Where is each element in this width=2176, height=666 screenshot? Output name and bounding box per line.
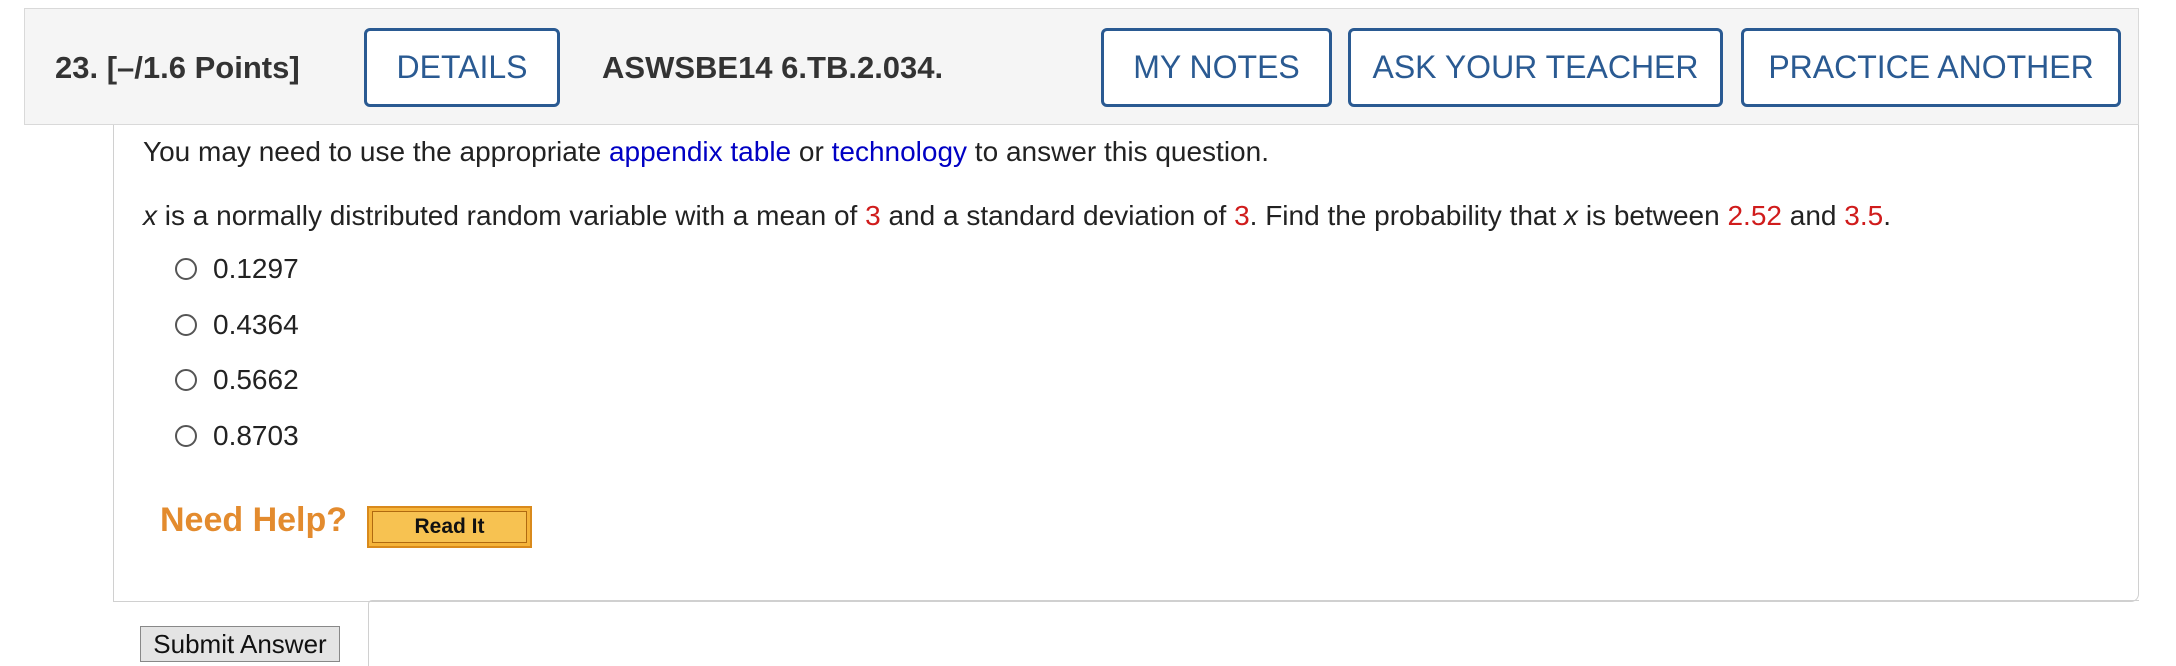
instructions-text: You may need to use the appropriate appe… (143, 136, 1269, 167)
my-notes-button[interactable]: MY NOTES (1101, 28, 1332, 107)
appendix-table-link[interactable]: appendix table (609, 136, 791, 167)
choice-option[interactable]: 0.5662 (175, 360, 299, 400)
question-points: [–/1.6 Points] (106, 50, 300, 85)
sd-value: 3 (1234, 200, 1250, 231)
question-number: 23. (55, 50, 99, 85)
answer-feedback-box (368, 600, 2139, 666)
practice-another-button[interactable]: PRACTICE ANOTHER (1741, 28, 2121, 107)
choice-option[interactable]: 0.4364 (175, 305, 299, 345)
choice-label: 0.1297 (213, 253, 299, 284)
read-it-button[interactable]: Read It (367, 506, 532, 548)
question-code: ASWSBE14 6.TB.2.034. (602, 50, 944, 85)
upper-bound: 3.5 (1844, 200, 1884, 231)
lower-bound: 2.52 (1727, 200, 1782, 231)
ask-your-teacher-button[interactable]: ASK YOUR TEACHER (1348, 28, 1723, 107)
question-body: You may need to use the appropriate appe… (113, 125, 2139, 602)
question-number-points: 23. [–/1.6 Points] (55, 9, 300, 126)
radio-button[interactable] (175, 314, 197, 336)
question-text: x is a normally distributed random varia… (143, 200, 1891, 231)
need-help-label: Need Help? (160, 501, 348, 539)
mean-value: 3 (865, 200, 881, 231)
choice-option[interactable]: 0.8703 (175, 416, 299, 456)
read-it-label: Read It (372, 511, 527, 543)
radio-button[interactable] (175, 425, 197, 447)
radio-button[interactable] (175, 258, 197, 280)
question-header: 23. [–/1.6 Points] DETAILS ASWSBE14 6.TB… (24, 8, 2139, 125)
choice-option[interactable]: 0.1297 (175, 249, 299, 289)
technology-link[interactable]: technology (832, 136, 967, 167)
details-button[interactable]: DETAILS (364, 28, 560, 107)
choice-label: 0.4364 (213, 309, 299, 340)
choice-label: 0.5662 (213, 364, 299, 395)
submit-answer-button[interactable]: Submit Answer (140, 626, 340, 662)
radio-button[interactable] (175, 369, 197, 391)
choice-label: 0.8703 (213, 420, 299, 451)
